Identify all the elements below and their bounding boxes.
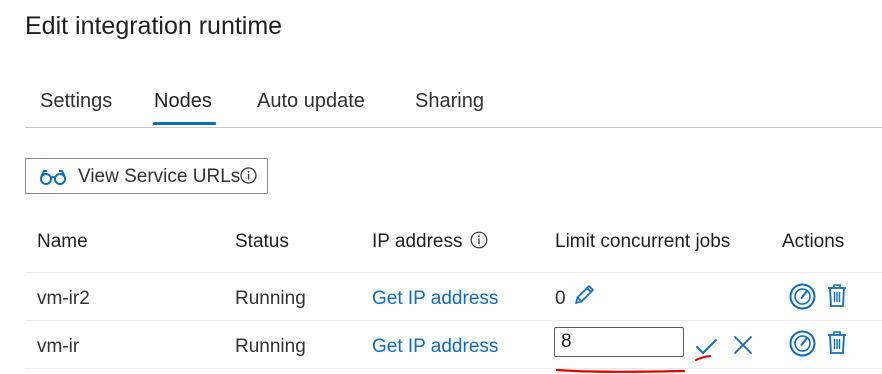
node-status: Running xyxy=(235,336,306,357)
confirm-check-icon[interactable] xyxy=(694,334,720,369)
column-header-limit-concurrent-jobs: Limit concurrent jobs xyxy=(555,231,731,252)
cancel-close-icon[interactable] xyxy=(733,335,753,360)
tab-auto-update[interactable]: Auto update xyxy=(257,90,365,113)
view-service-urls-button[interactable]: View Service URLs xyxy=(25,158,268,194)
tab-settings[interactable]: Settings xyxy=(40,90,112,113)
delete-trash-icon[interactable] xyxy=(826,283,848,313)
page-title: Edit integration runtime xyxy=(25,12,283,40)
column-header-ip-address: IP address xyxy=(372,231,463,252)
concurrent-jobs-value: 0 xyxy=(555,288,566,309)
get-ip-address-link[interactable]: Get IP address xyxy=(372,288,498,310)
edit-pencil-icon[interactable] xyxy=(572,283,596,312)
row-divider xyxy=(25,320,882,321)
ip-address-info-icon[interactable] xyxy=(470,231,488,254)
info-icon[interactable] xyxy=(240,167,257,189)
header-divider xyxy=(25,272,882,273)
get-ip-address-link[interactable]: Get IP address xyxy=(372,336,498,358)
view-service-urls-label: View Service URLs xyxy=(78,166,241,187)
speedometer-icon[interactable] xyxy=(789,283,816,315)
speedometer-icon[interactable] xyxy=(789,330,816,362)
node-name: vm-ir xyxy=(37,336,80,357)
column-header-name: Name xyxy=(37,231,88,252)
tab-sharing[interactable]: Sharing xyxy=(415,90,484,113)
tab-bar: Settings Nodes Auto update Sharing xyxy=(25,88,882,128)
node-name: vm-ir2 xyxy=(37,288,90,309)
column-header-status: Status xyxy=(235,231,289,252)
node-status: Running xyxy=(235,288,306,309)
concurrent-jobs-input[interactable] xyxy=(554,327,684,357)
tab-nodes[interactable]: Nodes xyxy=(154,90,212,113)
delete-trash-icon[interactable] xyxy=(826,330,848,360)
glasses-icon xyxy=(39,168,67,191)
column-header-actions: Actions xyxy=(782,231,845,252)
row-divider xyxy=(25,368,882,369)
active-tab-indicator xyxy=(153,122,216,125)
